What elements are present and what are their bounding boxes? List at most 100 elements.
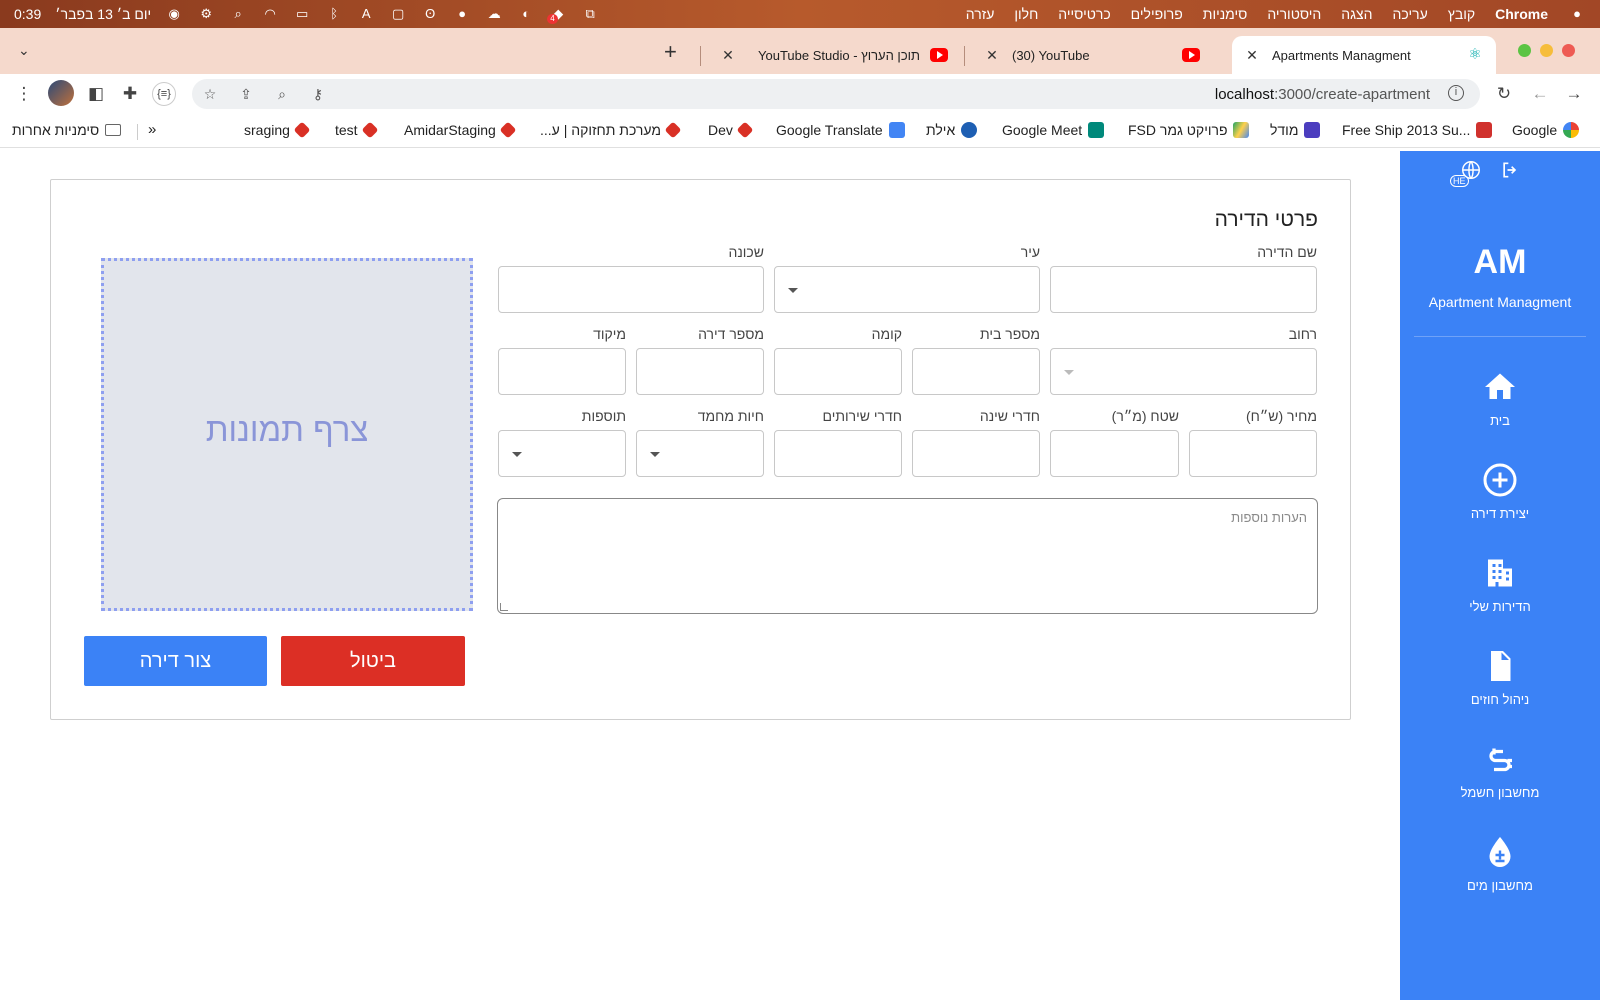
- extras-select[interactable]: [498, 430, 626, 477]
- menu-item[interactable]: עריכה: [1393, 6, 1428, 22]
- back-icon[interactable]: ←: [1528, 82, 1552, 106]
- app-icon[interactable]: ◐: [517, 7, 535, 21]
- house-number-input[interactable]: [912, 348, 1040, 395]
- date[interactable]: יום ב׳ 13 בפבר׳: [55, 6, 151, 22]
- dropbox-icon[interactable]: ◆ 4: [547, 7, 567, 24]
- menu-item[interactable]: הצגה: [1341, 6, 1372, 22]
- elephant-icon[interactable]: ●: [453, 7, 471, 21]
- bookmark-item[interactable]: sraging: [244, 121, 311, 139]
- bookmark-item[interactable]: פרויקט גמר FSD: [1128, 122, 1250, 138]
- site-info-icon[interactable]: i: [1448, 85, 1464, 101]
- window-minimize-button[interactable]: [1540, 44, 1553, 57]
- dropbox-badge: 4: [547, 14, 558, 24]
- tab-youtube-studio[interactable]: ✕ תוכן הערוץ - YouTube Studio: [708, 36, 960, 74]
- hearing-icon[interactable]: ʘ: [421, 7, 439, 21]
- window-zoom-button[interactable]: [1518, 44, 1531, 57]
- extension-json-icon[interactable]: {≡}: [152, 82, 176, 106]
- control-center-icon[interactable]: ⚙: [197, 7, 215, 21]
- display-icon[interactable]: ▢: [389, 7, 407, 21]
- notes-textarea[interactable]: הערות נוספות: [497, 498, 1318, 614]
- area-input[interactable]: [1050, 430, 1179, 477]
- menu-item[interactable]: כרטיסייה: [1058, 6, 1110, 22]
- forward-icon[interactable]: →: [1562, 82, 1586, 106]
- menu-item[interactable]: עזרה: [966, 6, 995, 22]
- new-tab-button[interactable]: +: [664, 39, 677, 65]
- menu-item[interactable]: חלון: [1014, 6, 1038, 22]
- field-price: מחיר (ש״ח): [1189, 408, 1317, 477]
- floor-input[interactable]: [774, 348, 902, 395]
- zip-input[interactable]: [498, 348, 626, 395]
- extensions-icon[interactable]: ✚: [118, 82, 142, 106]
- bluetooth-icon[interactable]: ᛒ: [325, 7, 343, 21]
- password-key-icon[interactable]: ⚷: [308, 84, 328, 104]
- clock[interactable]: 0:39: [14, 6, 41, 22]
- cloud-icon[interactable]: ☁: [485, 7, 503, 21]
- apartment-number-input[interactable]: [636, 348, 764, 395]
- menu-item[interactable]: היסטוריה: [1267, 6, 1321, 22]
- window-close-button[interactable]: [1562, 44, 1575, 57]
- bookmark-item[interactable]: מערכת תחזוקה | ע...: [540, 121, 682, 139]
- sidebar-item-water-calc[interactable]: מחשבון מים: [1400, 834, 1600, 914]
- tab-youtube[interactable]: ✕ (30) YouTube: [972, 36, 1212, 74]
- sidebar-item-create-apartment[interactable]: יצירת דירה: [1400, 462, 1600, 542]
- city-select[interactable]: [774, 266, 1040, 313]
- battery-icon[interactable]: ▭: [293, 7, 311, 21]
- bookmark-item[interactable]: test: [335, 121, 379, 139]
- close-icon[interactable]: ✕: [1244, 47, 1260, 64]
- more-menu-icon[interactable]: ⋮: [12, 82, 36, 106]
- bookmark-other-folder[interactable]: סימניות אחרות: [12, 122, 122, 138]
- bookmark-star-icon[interactable]: ☆: [200, 84, 220, 104]
- sidebar-item-electricity-calc[interactable]: מחשבון חשמל: [1400, 741, 1600, 821]
- bookmark-item[interactable]: Google Meet: [1002, 122, 1105, 138]
- bookmark-item[interactable]: Free Ship 2013 Su...: [1342, 122, 1493, 138]
- bookmark-item[interactable]: AmidarStaging: [404, 121, 517, 139]
- tab-separator: [700, 46, 701, 66]
- resize-handle-icon[interactable]: [500, 603, 508, 611]
- wifi-icon[interactable]: ◠: [261, 7, 279, 21]
- neighborhood-input[interactable]: [498, 266, 764, 313]
- sidebar-item-my-apartments[interactable]: הדירות שלי: [1400, 555, 1600, 635]
- screen-icon[interactable]: ⧉: [581, 7, 599, 21]
- bedrooms-input[interactable]: [912, 430, 1040, 477]
- search-icon[interactable]: ⌕: [229, 7, 247, 21]
- reload-icon[interactable]: ↻: [1492, 82, 1516, 106]
- lens-icon[interactable]: ⌕: [272, 84, 292, 104]
- sidebar-item-home[interactable]: בית: [1400, 369, 1600, 449]
- menu-item[interactable]: פרופילים: [1131, 6, 1183, 22]
- logout-icon[interactable]: [1500, 160, 1520, 186]
- apartment-name-input[interactable]: [1050, 266, 1317, 313]
- apple-icon[interactable]: ●: [1568, 7, 1586, 21]
- tab-apartments[interactable]: ✕ Apartments Managment ⚛: [1232, 36, 1496, 74]
- close-icon[interactable]: ✕: [984, 47, 1000, 64]
- image-dropzone[interactable]: צרף תמונות: [101, 258, 473, 611]
- pets-select[interactable]: [636, 430, 764, 477]
- street-select[interactable]: [1050, 348, 1317, 395]
- sidebar-item-contracts[interactable]: ניהול חוזים: [1400, 648, 1600, 728]
- bookmark-item[interactable]: Google Translate: [776, 122, 905, 138]
- cancel-button[interactable]: ביטול: [281, 636, 465, 686]
- tab-list-chevron-icon[interactable]: ⌄: [18, 42, 30, 59]
- bookmark-item[interactable]: מודל: [1270, 122, 1321, 138]
- profile-avatar[interactable]: [48, 80, 74, 106]
- menu-item[interactable]: קובץ: [1448, 6, 1475, 22]
- bookmark-item[interactable]: Google: [1512, 122, 1580, 138]
- share-icon[interactable]: ⇪: [236, 84, 256, 104]
- side-panel-icon[interactable]: ◧: [84, 82, 108, 106]
- language-globe-icon[interactable]: HE: [1450, 159, 1482, 187]
- close-icon[interactable]: ✕: [720, 47, 736, 64]
- input-source-icon[interactable]: A: [357, 7, 375, 21]
- bookmark-item[interactable]: אילת: [926, 122, 978, 138]
- address-bar[interactable]: ☆ ⇪ ⌕ ⚷ localhost:3000/create-apartment …: [192, 79, 1480, 109]
- create-apartment-button[interactable]: צור דירה: [84, 636, 267, 686]
- url-text[interactable]: localhost:3000/create-apartment: [1215, 86, 1430, 103]
- bookmarks-more-chevron[interactable]: »: [148, 121, 156, 138]
- field-pets: חיות מחמד: [636, 408, 764, 477]
- menu-app-name[interactable]: Chrome: [1495, 6, 1548, 22]
- bathrooms-input[interactable]: [774, 430, 902, 477]
- price-input[interactable]: [1189, 430, 1317, 477]
- menu-item[interactable]: סימניות: [1203, 6, 1248, 22]
- google-icon: [1563, 122, 1580, 138]
- siri-icon[interactable]: ◉: [165, 7, 183, 21]
- shop-icon: [1476, 122, 1493, 138]
- bookmark-item[interactable]: Dev: [708, 121, 754, 139]
